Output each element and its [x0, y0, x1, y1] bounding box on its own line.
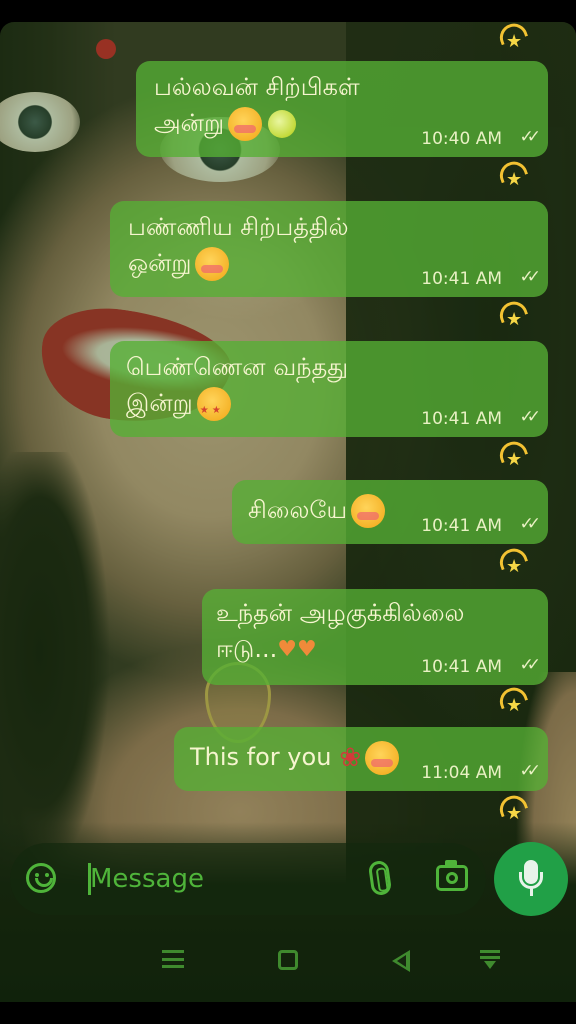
- message-bubble[interactable]: This for you ❀ 11:04 AM ✓✓: [174, 727, 548, 791]
- message-time: 11:04 AM: [421, 763, 502, 783]
- message-bubble[interactable]: பெண்ணென வந்தது இன்று 10:41 AM ✓✓: [110, 341, 548, 437]
- message-text: பண்ணிய சிற்பத்தில் ஒன்று: [128, 209, 349, 281]
- message-list[interactable]: ★ பல்லவன் சிற்பிகள் அன்று 10:40 AM ✓✓ ★ …: [0, 0, 576, 840]
- smiling-hearts-emoji-icon: [195, 247, 230, 281]
- read-receipt-icon: ✓✓: [519, 127, 541, 147]
- read-receipt-icon: ✓✓: [519, 761, 541, 781]
- message-composer: [10, 843, 486, 915]
- voice-message-button[interactable]: [494, 842, 568, 916]
- star-reaction-icon[interactable]: ★: [496, 300, 526, 330]
- read-receipt-icon: ✓✓: [519, 655, 541, 675]
- ball-icon: [268, 110, 297, 138]
- camera-icon[interactable]: [436, 860, 468, 891]
- message-time: 10:41 AM: [421, 657, 502, 677]
- message-time: 10:41 AM: [421, 409, 502, 429]
- message-time: 10:41 AM: [421, 269, 502, 289]
- kiss-emoji-icon: [351, 494, 386, 528]
- star-reaction-icon[interactable]: ★: [496, 440, 526, 470]
- message-text: பல்லவன் சிற்பிகள் அன்று: [154, 69, 360, 141]
- message-bubble[interactable]: பண்ணிய சிற்பத்தில் ஒன்று 10:41 AM ✓✓: [110, 201, 548, 297]
- star-reaction-icon[interactable]: ★: [496, 686, 526, 716]
- message-text: This for you ❀: [190, 739, 400, 776]
- paperclip-icon[interactable]: [367, 859, 393, 897]
- rose-emoji-icon: ❀: [339, 743, 362, 773]
- microphone-base: [530, 888, 533, 896]
- message-time: 10:40 AM: [421, 129, 502, 149]
- system-nav-bar: [0, 922, 576, 1002]
- star-reaction-icon[interactable]: ★: [496, 160, 526, 190]
- smiley-icon[interactable]: [26, 863, 56, 893]
- message-text: சிலையே: [248, 492, 386, 528]
- home-icon[interactable]: [278, 950, 298, 970]
- read-receipt-icon: ✓✓: [519, 514, 541, 534]
- back-icon[interactable]: [392, 950, 410, 972]
- phone-screen: ★ பல்லவன் சிற்பிகள் அன்று 10:40 AM ✓✓ ★ …: [0, 0, 576, 1024]
- message-bubble[interactable]: சிலையே 10:41 AM ✓✓: [232, 480, 548, 544]
- star-reaction-icon[interactable]: ★: [496, 22, 526, 52]
- read-receipt-icon: ✓✓: [519, 267, 541, 287]
- message-bubble[interactable]: பல்லவன் சிற்பிகள் அன்று 10:40 AM ✓✓: [136, 61, 548, 157]
- message-bubble[interactable]: உந்தன் அழகுக்கில்லை ஈடு...♥♥ 10:41 AM ✓✓: [202, 589, 548, 685]
- notification-shade-icon[interactable]: [480, 950, 500, 970]
- star-reaction-icon[interactable]: ★: [496, 547, 526, 577]
- microphone-stand: [519, 872, 543, 889]
- message-time: 10:41 AM: [421, 516, 502, 536]
- read-receipt-icon: ✓✓: [519, 407, 541, 427]
- hearts-emoji-icon: ♥♥: [277, 637, 317, 662]
- message-text: பெண்ணென வந்தது இன்று: [126, 349, 348, 429]
- blush-kiss-emoji-icon: [228, 107, 263, 141]
- star-reaction-icon[interactable]: ★: [496, 794, 526, 824]
- kiss-emoji-icon: [365, 741, 400, 775]
- star-struck-emoji-icon: [196, 387, 231, 429]
- menu-icon[interactable]: [162, 950, 184, 968]
- message-input[interactable]: [90, 859, 350, 899]
